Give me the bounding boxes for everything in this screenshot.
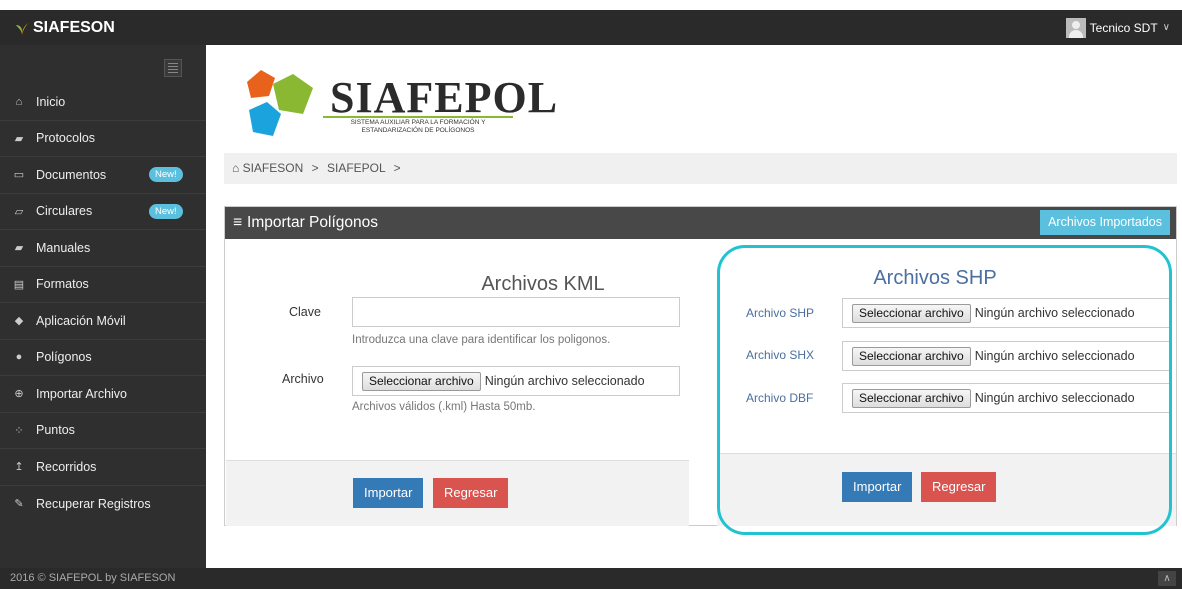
user-menu[interactable]: Tecnico SDT ∨ (1065, 10, 1170, 45)
archivo-label: Archivo (282, 372, 324, 386)
sidebar-item-circulares[interactable]: ▱ Circulares New! (0, 194, 206, 230)
sidebar: ⌂ Inicio ▰ Protocolos ▭ Documentos New! … (0, 45, 206, 568)
book-icon: ▰ (14, 132, 24, 145)
chevron-up-icon: ∧ (1163, 573, 1171, 584)
plus-circle-icon: ⊕ (14, 388, 24, 401)
page-footer: 2016 © SIAFEPOL by SIAFESON ∧ (0, 568, 1182, 589)
home-icon: ⌂ (15, 95, 23, 108)
brand[interactable]: SIAFESON (0, 10, 206, 45)
folder-open-icon: ▱ (14, 205, 24, 218)
kml-file-input[interactable]: Seleccionar archivo Ningún archivo selec… (352, 366, 680, 396)
sidebar-item-label: Manuales (36, 240, 91, 255)
logo-subtitle: SISTEMA AUXILIAR PARA LA FORMACIÓN Y EST… (323, 116, 513, 135)
kml-title: Archivos KML (481, 273, 605, 295)
spinner-icon: ⁘ (14, 424, 24, 437)
sidebar-item-poligonos[interactable]: ● Polígonos (0, 340, 206, 376)
sidebar-item-label: Polígonos (36, 350, 92, 365)
logo-subtitle-line1: SISTEMA AUXILIAR PARA LA FORMACIÓN Y (350, 119, 486, 126)
sidebar-menu: ⌂ Inicio ▰ Protocolos ▭ Documentos New! … (0, 84, 206, 522)
footer-text: 2016 © SIAFEPOL by SIAFESON (10, 572, 176, 584)
sidebar-item-documentos[interactable]: ▭ Documentos New! (0, 157, 206, 194)
brand-name: SIAFESON (33, 18, 115, 36)
breadcrumb-separator: > (393, 161, 401, 175)
kml-file-status: Ningún archivo seleccionado (484, 374, 645, 388)
panel-header: ≡ Importar Polígonos Archivos Importados (225, 207, 1176, 239)
folder-icon: ▭ (13, 169, 25, 182)
kml-import-button[interactable]: Importar (353, 478, 424, 508)
siafepol-logo: SIAFEPOL SISTEMA AUXILIAR PARA LA FORMAC… (243, 70, 557, 142)
sidebar-toggle-button[interactable] (164, 59, 182, 77)
kml-back-button[interactable]: Regresar (433, 478, 509, 508)
sidebar-item-manuales[interactable]: ▰ Manuales (0, 230, 206, 267)
clave-input[interactable] (352, 297, 680, 327)
chevron-down-icon: ∨ (1162, 22, 1170, 33)
breadcrumb-separator: > (311, 161, 319, 175)
sidebar-item-label: Recorridos (36, 459, 97, 474)
imported-files-button[interactable]: Archivos Importados (1040, 210, 1170, 235)
sidebar-item-label: Recuperar Registros (36, 496, 151, 511)
new-badge: New! (149, 203, 183, 219)
level-up-icon: ↥ (14, 461, 24, 474)
sidebar-item-inicio[interactable]: ⌂ Inicio (0, 84, 206, 121)
circle-icon: ● (15, 351, 23, 364)
breadcrumb-item-siafeson[interactable]: SIAFESON (243, 161, 304, 175)
sidebar-item-label: Formatos (36, 277, 89, 292)
breadcrumb: ⌂ SIAFESON > SIAFEPOL > (224, 153, 1177, 184)
top-navbar: SIAFESON Tecnico SDT ∨ (0, 10, 1182, 45)
sidebar-item-aplicacion-movil[interactable]: ◆ Aplicación Móvil (0, 303, 206, 340)
home-icon: ⌂ (232, 161, 240, 175)
leaf-logo-icon (16, 22, 28, 35)
kml-form-footer: Importar Regresar (226, 460, 689, 526)
clave-label: Clave (289, 305, 321, 319)
sidebar-item-label: Puntos (36, 423, 75, 438)
wrench-icon: ✎ (14, 498, 24, 511)
avatar (1065, 17, 1086, 38)
kml-select-file-button[interactable]: Seleccionar archivo (362, 371, 481, 391)
shp-highlight-outline (717, 245, 1172, 535)
new-badge: New! (149, 167, 183, 183)
android-icon: ◆ (14, 315, 24, 328)
sidebar-item-label: Importar Archivo (36, 386, 128, 401)
menu-icon: ≡ (233, 214, 243, 231)
sidebar-item-formatos[interactable]: ▤ Formatos (0, 267, 206, 303)
polygon-logo-icon (247, 70, 313, 136)
breadcrumb-item-siafepol[interactable]: SIAFEPOL (327, 161, 385, 175)
panel-title: Importar Polígonos (247, 214, 379, 231)
user-name: Tecnico SDT (1089, 20, 1158, 35)
sidebar-item-label: Circulares (36, 204, 93, 219)
sidebar-item-label: Inicio (36, 94, 66, 109)
sidebar-item-label: Protocolos (36, 131, 96, 146)
book-icon: ▰ (14, 242, 24, 255)
sidebar-item-recuperar-registros[interactable]: ✎ Recuperar Registros (0, 486, 206, 523)
sidebar-item-label: Aplicación Móvil (36, 313, 126, 328)
sidebar-item-protocolos[interactable]: ▰ Protocolos (0, 121, 206, 157)
clave-help-text: Introduzca una clave para identificar lo… (352, 334, 611, 346)
scroll-top-button[interactable]: ∧ (1158, 571, 1176, 586)
sidebar-item-label: Documentos (36, 167, 107, 182)
archivo-help-text: Archivos válidos (.kml) Hasta 50mb. (352, 401, 536, 413)
sidebar-item-importar-archivo[interactable]: ⊕ Importar Archivo (0, 376, 206, 413)
sidebar-item-recorridos[interactable]: ↥ Recorridos (0, 449, 206, 486)
file-icon: ▤ (13, 278, 25, 291)
logo-subtitle-line2: ESTANDARIZACIÓN DE POLÍGONOS (361, 127, 475, 134)
sidebar-item-puntos[interactable]: ⁘ Puntos (0, 413, 206, 449)
